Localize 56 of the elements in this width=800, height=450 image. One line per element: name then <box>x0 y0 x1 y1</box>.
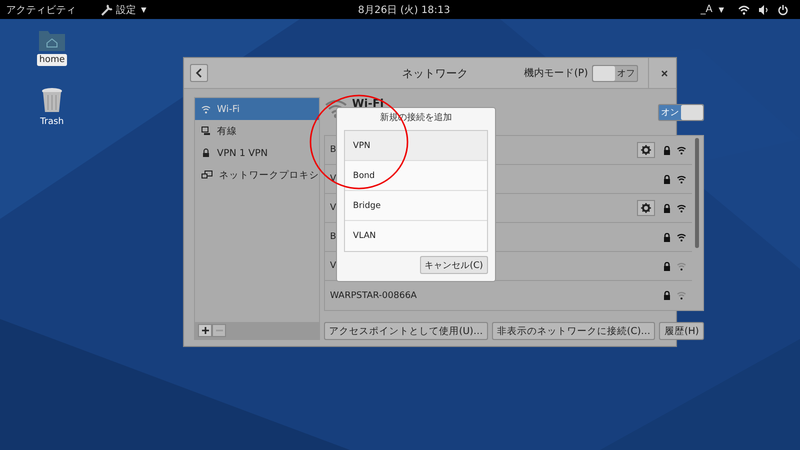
connection-type-option[interactable]: Bridge <box>345 191 487 221</box>
lock-icon <box>662 174 671 184</box>
sidebar-item[interactable]: 有線 <box>195 120 319 142</box>
connection-type-option[interactable]: Bond <box>345 161 487 191</box>
lock-icon <box>662 204 671 212</box>
clock[interactable]: 8月26日 (火) 18:13 <box>358 2 450 16</box>
lock-icon <box>662 291 671 300</box>
network-name: B <box>330 145 336 155</box>
settings-icon <box>640 203 651 213</box>
network-name: WARPSTAR-00866A <box>330 290 417 300</box>
network-name: V <box>330 174 336 184</box>
close-icon <box>661 70 668 76</box>
wrench-icon <box>100 2 114 16</box>
sidebar-item[interactable]: VPN 1 VPN <box>195 142 319 164</box>
wifi-switch[interactable]: オン <box>658 104 704 121</box>
lock-icon <box>662 262 671 270</box>
settings-icon <box>640 145 651 155</box>
network-name: B <box>330 232 336 242</box>
airplane-mode-label: 機内モード(P) <box>524 66 588 80</box>
network-name: V <box>330 203 336 213</box>
add-button[interactable] <box>198 324 212 337</box>
action-button[interactable]: 非表示のネットワークに接続(C)… <box>492 322 656 340</box>
volume-icon[interactable] <box>758 4 770 14</box>
lock-icon <box>662 232 671 242</box>
connection-type-option[interactable]: VLAN <box>345 221 487 251</box>
power-icon[interactable] <box>778 4 788 16</box>
scrollbar-thumb[interactable] <box>695 138 700 248</box>
settings-button[interactable] <box>636 142 655 158</box>
action-button[interactable]: アクセスポイントとして使用(U)… <box>324 322 488 340</box>
network-name: V <box>330 261 336 271</box>
minus-icon <box>216 327 222 334</box>
wifi-icon <box>201 104 211 114</box>
cancel-button[interactable]: キャンセル(C) <box>420 256 488 274</box>
sidebar-item[interactable]: Wi-Fi <box>195 98 319 120</box>
sidebar-item[interactable]: ネットワークプロキシ <box>195 164 319 186</box>
settings-button[interactable] <box>636 200 655 216</box>
action-button[interactable]: 履歴(H) <box>659 322 704 340</box>
network-row[interactable]: WARPSTAR-00866A <box>325 281 692 310</box>
back-button[interactable] <box>190 64 208 82</box>
computer-icon <box>201 126 211 136</box>
trash-icon[interactable] <box>40 86 64 114</box>
connection-type-option[interactable]: VPN <box>345 131 487 161</box>
plus-icon <box>202 327 208 334</box>
icon-label[interactable]: Trash <box>38 116 66 128</box>
network-icon <box>201 170 213 180</box>
back-icon <box>195 68 203 78</box>
window-title: ネットワーク <box>402 66 468 80</box>
activities-button[interactable]: アクティビティ <box>0 2 82 16</box>
wifi-title: Wi-Fi <box>352 97 384 110</box>
home-folder-icon[interactable] <box>38 28 66 52</box>
airplane-mode-switch[interactable]: オフ <box>592 64 638 82</box>
close-button[interactable] <box>659 68 670 78</box>
wifi-icon[interactable] <box>738 4 750 14</box>
icon-label[interactable]: home <box>37 54 67 66</box>
lock-icon <box>201 148 211 158</box>
lock-icon <box>662 146 671 154</box>
